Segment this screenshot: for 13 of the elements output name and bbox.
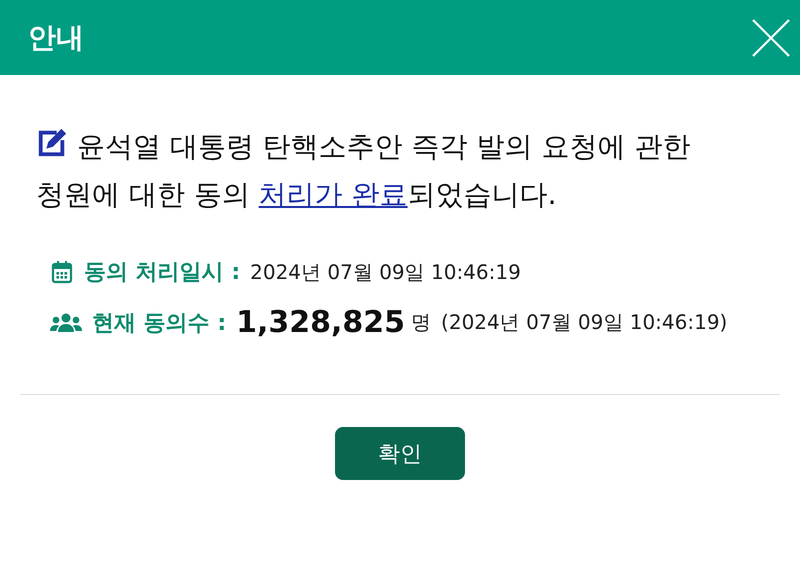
detail-value: (2024년 07월 09일 10:46:19) xyxy=(441,309,728,336)
dialog-title: 안내 xyxy=(28,20,84,56)
edit-icon xyxy=(36,127,68,159)
agree-count: 1,328,825 xyxy=(236,305,406,340)
detail-label: 현재 동의수 : xyxy=(92,310,226,338)
completion-message: 윤석열 대통령 탄핵소추안 즉각 발의 요청에 관한 청원에 대한 동의 처리가 완료되었습니다. xyxy=(36,123,746,219)
detail-value: 2024년 07월 09일 10:46:19 xyxy=(250,258,521,286)
detail-label: 동의 처리일시 : xyxy=(84,259,240,287)
users-icon xyxy=(50,310,82,334)
calendar-icon xyxy=(50,260,74,284)
completion-link[interactable]: 처리가 완료 xyxy=(258,178,408,211)
confirm-button[interactable]: 확인 xyxy=(335,427,465,480)
count-unit: 명 xyxy=(411,309,432,336)
